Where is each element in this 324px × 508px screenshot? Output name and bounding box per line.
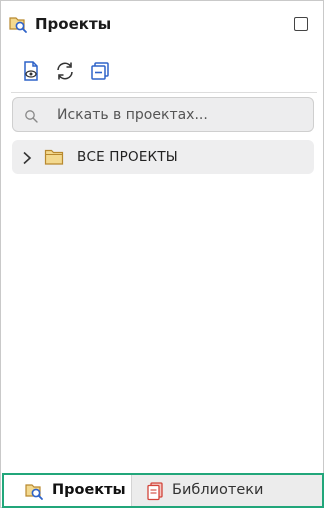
tree-item-label: ВСЕ ПРОЕКТЫ [77,149,178,165]
tab-projects[interactable]: Проекты [4,475,132,506]
projects-search-icon [8,14,28,34]
tab-projects-label: Проекты [52,482,126,498]
tree-item-all-projects[interactable]: ВСЕ ПРОЕКТЫ [12,140,314,174]
toolbar-divider [11,92,317,93]
bottom-tab-bar: Проекты Библиотеки [2,473,324,508]
libraries-icon [145,481,165,501]
maximize-icon[interactable] [294,17,308,31]
view-document-icon[interactable] [19,59,43,83]
search-input[interactable] [57,98,307,131]
projects-panel: Проекты Искать в проектах... ВСЕ ПРОЕКТЫ… [0,0,324,508]
panel-toolbar [1,53,323,89]
search-box[interactable] [12,97,314,132]
projects-search-icon [24,481,44,501]
panel-header: Проекты [1,1,323,45]
chevron-right-icon[interactable] [21,150,33,165]
folder-icon [44,148,64,166]
tab-libraries-label: Библиотеки [172,482,264,498]
collapse-all-icon[interactable] [88,59,112,83]
tab-libraries[interactable]: Библиотеки [133,475,322,506]
search-icon [24,108,38,123]
panel-title: Проекты [35,15,112,33]
refresh-icon[interactable] [53,59,77,83]
